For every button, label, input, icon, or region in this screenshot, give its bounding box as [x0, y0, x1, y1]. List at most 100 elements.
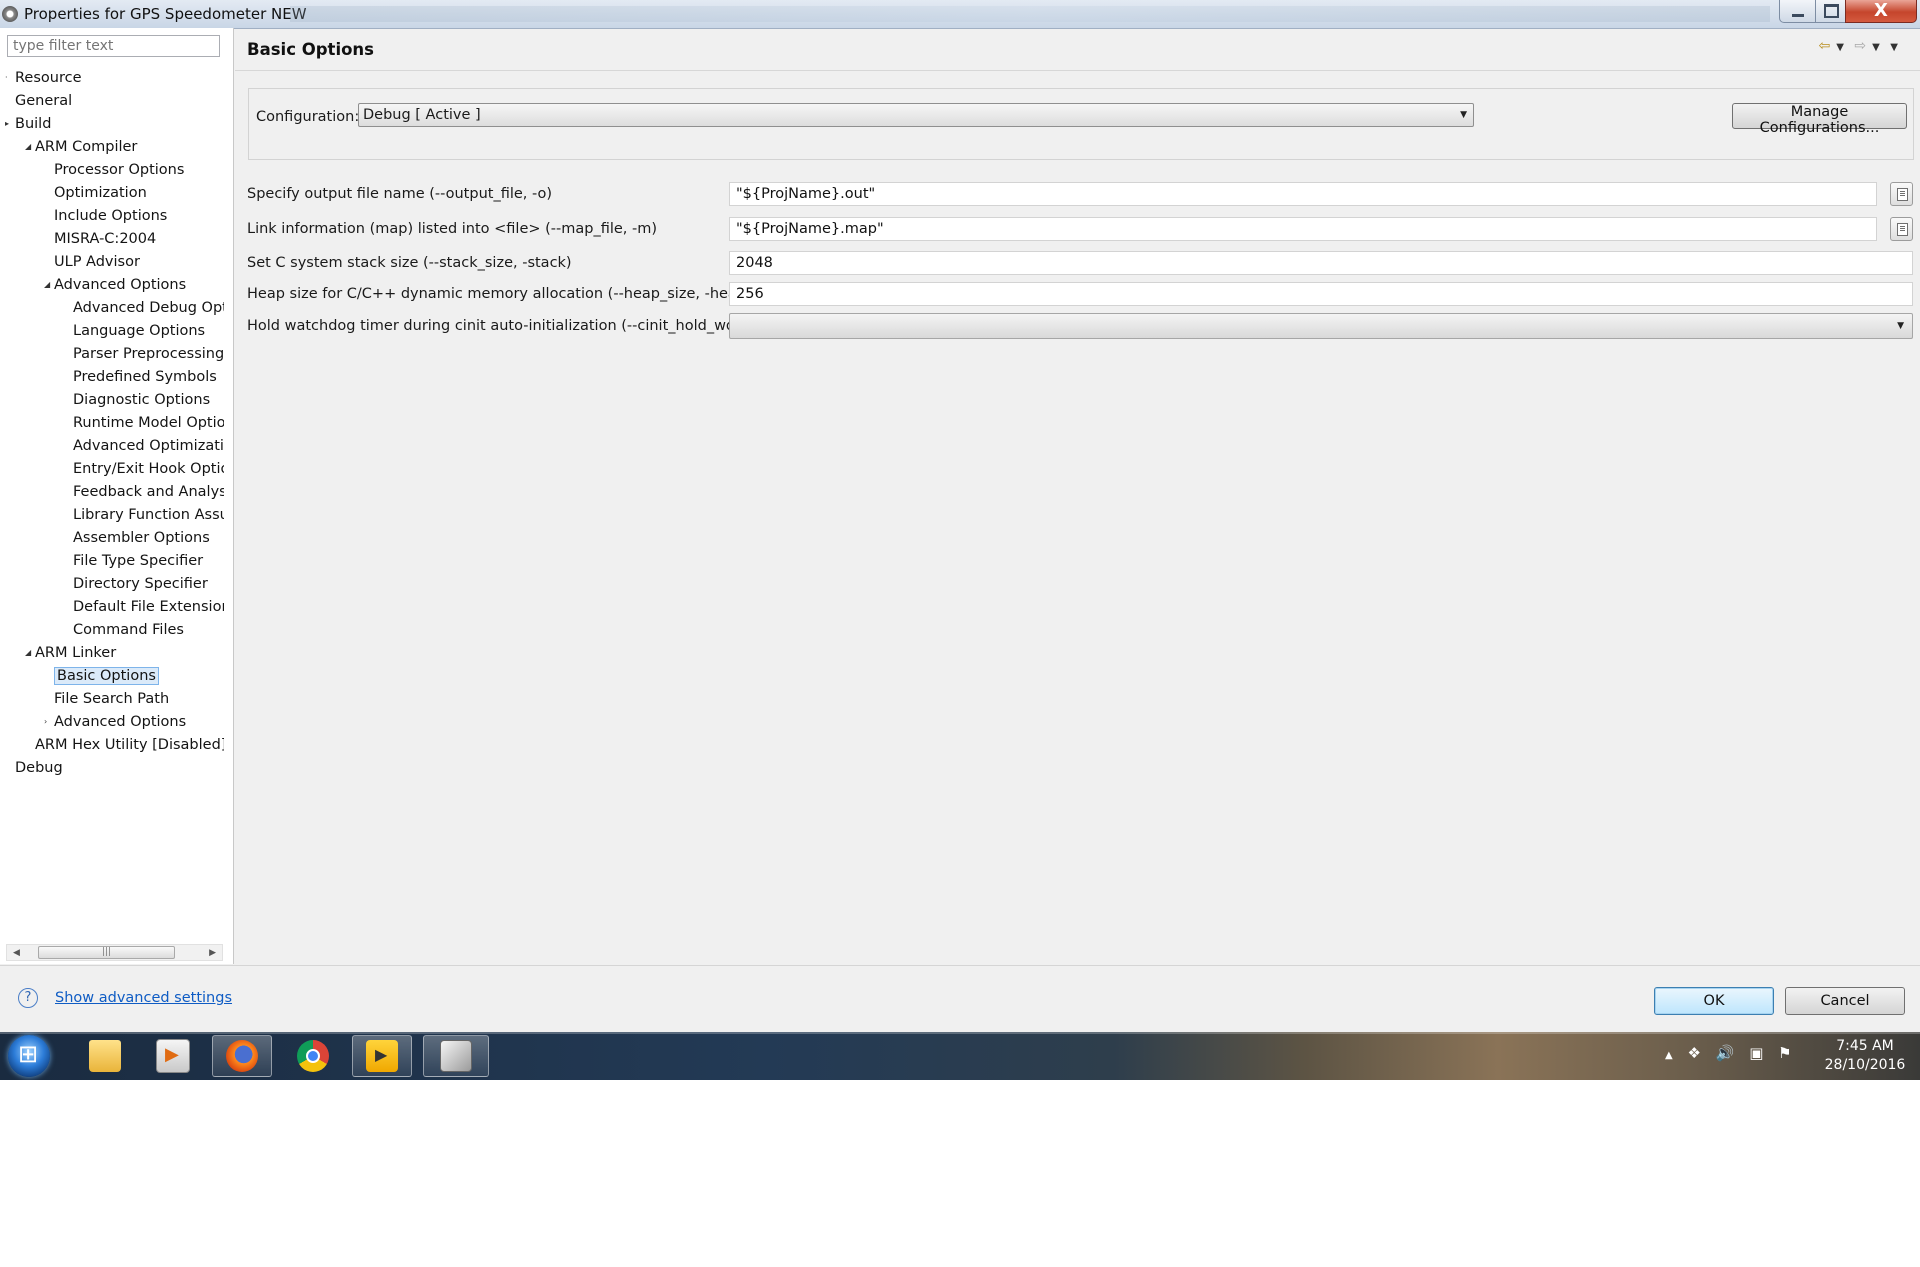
tree-item[interactable]: File Search Path: [54, 688, 169, 710]
scroll-left-icon[interactable]: ◀: [13, 948, 20, 958]
minimize-button[interactable]: [1779, 0, 1817, 23]
tree-item-label: ARM Linker: [35, 645, 117, 661]
windows-taskbar: ▲ ❖ 🔊 ▣ ⚑ 7:45 AM 28/10/2016: [0, 1032, 1920, 1080]
tree-item-label: Library Function Assum: [73, 507, 224, 523]
chevron-down-icon: ▼: [1460, 110, 1467, 120]
title-bar[interactable]: Properties for GPS Speedometer NEW X: [0, 0, 1920, 29]
tree-item[interactable]: ARM Linker: [35, 642, 116, 664]
configuration-select[interactable]: Debug [ Active ] ▼: [358, 103, 1474, 127]
tree-expand-toggle-icon[interactable]: ·: [5, 73, 8, 82]
output-file-input[interactable]: [729, 182, 1877, 206]
tree-item[interactable]: Predefined Symbols: [73, 366, 217, 388]
tree-item[interactable]: Command Files: [73, 619, 184, 641]
tree-item[interactable]: Advanced Options: [54, 711, 186, 733]
scrollbar-thumb[interactable]: |||: [38, 946, 175, 959]
show-advanced-settings-link[interactable]: Show advanced settings: [55, 990, 232, 1006]
tree-item[interactable]: Build: [15, 113, 51, 135]
heap-size-label: Heap size for C/C++ dynamic memory alloc…: [247, 286, 752, 302]
tree-expand-toggle-icon[interactable]: ›: [44, 717, 47, 726]
tree-item[interactable]: Optimization: [54, 182, 147, 204]
taskbar-code-composer[interactable]: [423, 1035, 489, 1077]
tree-item-selected[interactable]: Basic Options: [54, 665, 159, 687]
tree-item-label: Advanced Options: [54, 277, 187, 293]
tree-item[interactable]: Parser Preprocessing O: [73, 343, 224, 365]
tree-item-label: Parser Preprocessing O: [73, 346, 224, 362]
tree-item[interactable]: ULP Advisor: [54, 251, 140, 273]
taskbar-media-center[interactable]: [143, 1035, 203, 1077]
tree-item[interactable]: Directory Specifier: [73, 573, 208, 595]
tree-item[interactable]: MISRA-C:2004: [54, 228, 156, 250]
view-menu-icon[interactable]: ▼: [1890, 42, 1898, 53]
maximize-icon: [1823, 4, 1839, 18]
tree-item-label: ULP Advisor: [54, 254, 140, 270]
tree-item[interactable]: Diagnostic Options: [73, 389, 210, 411]
properties-dialog: Properties for GPS Speedometer NEW X · Re…: [0, 0, 1920, 1032]
taskbar-firefox[interactable]: [212, 1035, 272, 1077]
back-arrow-icon[interactable]: ⇦: [1819, 38, 1831, 54]
tree-item[interactable]: Advanced Options: [54, 274, 186, 296]
tree-item-label: ARM Hex Utility [Disabled]: [35, 737, 224, 753]
ok-button[interactable]: OK: [1654, 987, 1774, 1015]
cancel-button[interactable]: Cancel: [1785, 987, 1905, 1015]
forward-menu-icon[interactable]: ▼: [1872, 42, 1880, 53]
tree-item[interactable]: Advanced Optimizatio: [73, 435, 224, 457]
tree-item[interactable]: File Type Specifier: [73, 550, 203, 572]
tree-item[interactable]: General: [15, 90, 72, 112]
map-file-input[interactable]: [729, 217, 1877, 241]
tree-item-label: Entry/Exit Hook Optior: [73, 461, 224, 477]
tree-item-label: File Search Path: [54, 691, 170, 707]
network-icon[interactable]: ▣: [1749, 1044, 1763, 1062]
close-button[interactable]: X: [1845, 0, 1917, 23]
tree-item[interactable]: ARM Compiler: [35, 136, 137, 158]
configuration-value: Debug [ Active ]: [363, 107, 481, 123]
scroll-right-icon[interactable]: ▶: [209, 948, 216, 958]
tree-item-label: Advanced Debug Opti: [73, 300, 224, 316]
tree-item[interactable]: Include Options: [54, 205, 167, 227]
tree-item[interactable]: Feedback and Analysis: [73, 481, 224, 503]
tree-item-label: Runtime Model Optior: [73, 415, 224, 431]
tree-item[interactable]: Advanced Debug Opti: [73, 297, 224, 319]
filter-input[interactable]: [7, 35, 220, 57]
media-center-icon: [156, 1039, 190, 1073]
action-center-flag-icon[interactable]: ⚑: [1778, 1044, 1791, 1062]
tree-expand-toggle-icon[interactable]: ◢: [44, 280, 50, 289]
taskbar-media-player[interactable]: [352, 1035, 412, 1077]
taskbar-clock[interactable]: 7:45 AM 28/10/2016: [1820, 1037, 1910, 1075]
firefox-icon: [226, 1040, 258, 1072]
stack-size-input[interactable]: [729, 251, 1913, 275]
tree-item-label: Include Options: [54, 208, 168, 224]
tree-item[interactable]: Library Function Assum: [73, 504, 224, 526]
tree-item[interactable]: Assembler Options: [73, 527, 210, 549]
tree-horizontal-scrollbar[interactable]: ◀ ||| ▶: [6, 944, 223, 961]
tree-item[interactable]: Processor Options: [54, 159, 184, 181]
output-file-browse-button[interactable]: [1890, 182, 1913, 206]
tree-item-label: ARM Compiler: [35, 139, 138, 155]
forward-arrow-icon[interactable]: ⇨: [1854, 38, 1866, 54]
maximize-button[interactable]: [1815, 0, 1847, 23]
tree-item[interactable]: ARM Hex Utility [Disabled]: [35, 734, 224, 756]
tree-item[interactable]: Language Options: [73, 320, 205, 342]
tree-item[interactable]: Debug: [15, 757, 63, 779]
title-bar-background-text: [290, 6, 1770, 22]
show-hidden-icons-icon[interactable]: ▲: [1665, 1050, 1673, 1061]
tree-expand-toggle-icon[interactable]: ◢: [25, 648, 31, 657]
page-title: Basic Options: [247, 40, 374, 59]
dropbox-icon[interactable]: ❖: [1687, 1044, 1700, 1062]
tree-expand-toggle-icon[interactable]: ◢: [25, 142, 31, 151]
tree-item[interactable]: Resource: [15, 67, 82, 89]
manage-configurations-button[interactable]: Manage Configurations...: [1732, 103, 1907, 136]
help-icon[interactable]: ?: [18, 988, 38, 1008]
tree-item[interactable]: Entry/Exit Hook Optior: [73, 458, 224, 480]
heap-size-input[interactable]: [729, 282, 1913, 306]
tree-item-label: Language Options: [73, 323, 206, 339]
map-file-browse-button[interactable]: [1890, 217, 1913, 241]
tree-item[interactable]: Runtime Model Optior: [73, 412, 224, 434]
tree-expand-toggle-icon[interactable]: ▸: [5, 119, 9, 128]
start-button[interactable]: [8, 1035, 50, 1077]
tree-item[interactable]: Default File Extensions: [73, 596, 224, 618]
cinit-hold-wdt-select[interactable]: ▼: [729, 313, 1913, 339]
taskbar-chrome[interactable]: [283, 1035, 343, 1077]
taskbar-explorer[interactable]: [75, 1035, 135, 1077]
back-menu-icon[interactable]: ▼: [1836, 42, 1844, 53]
volume-icon[interactable]: 🔊: [1716, 1044, 1735, 1062]
